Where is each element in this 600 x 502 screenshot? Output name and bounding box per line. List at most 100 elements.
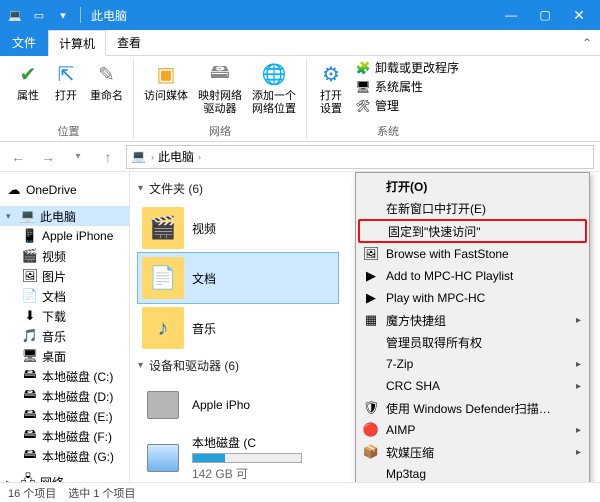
- chevron-down-icon: ▾: [138, 183, 143, 194]
- folder-icon: 🎬: [142, 207, 184, 249]
- drive-icon: 🖴: [22, 388, 38, 404]
- folder-documents[interactable]: 📄文档: [138, 253, 338, 303]
- folder-music[interactable]: ♪音乐: [138, 303, 338, 353]
- system-props-button[interactable]: 🖥系统属性: [351, 77, 463, 96]
- submenu-arrow-icon: ▸: [576, 359, 581, 370]
- properties-button[interactable]: ✔ 属性: [10, 58, 46, 105]
- globe-icon: 🌐: [260, 60, 288, 88]
- breadcrumb[interactable]: 💻 › 此电脑 ›: [126, 145, 594, 169]
- drive-icon: 🖴: [22, 448, 38, 464]
- tree-drive-f[interactable]: 🖴本地磁盘 (F:): [0, 426, 129, 446]
- media-icon: ▣: [152, 60, 180, 88]
- uninstall-button[interactable]: 🧩卸载或更改程序: [351, 58, 463, 77]
- device-icon: [142, 384, 184, 426]
- cm-soft-compress[interactable]: 📦软媒压缩▸: [358, 441, 587, 463]
- close-button[interactable]: ✕: [562, 0, 596, 30]
- mpc-icon: ▶: [362, 289, 380, 307]
- cm-add-mpc-playlist[interactable]: ▶Add to MPC-HC Playlist: [358, 265, 587, 287]
- rename-icon: ✎: [93, 60, 121, 88]
- nav-back[interactable]: ←: [6, 145, 30, 169]
- title-bar: 💻 ▭ ▾ 此电脑 — ▢ ✕: [0, 0, 600, 30]
- tree-music[interactable]: 🎵音乐: [0, 326, 129, 346]
- maximize-button[interactable]: ▢: [528, 0, 562, 30]
- qat-dropdown[interactable]: ▾: [52, 4, 74, 26]
- cm-7zip[interactable]: 7-Zip▸: [358, 353, 587, 375]
- pictures-icon: 🖼: [22, 268, 38, 284]
- cm-browse-faststone[interactable]: 🖼Browse with FastStone: [358, 243, 587, 265]
- tree-downloads[interactable]: ⬇下载: [0, 306, 129, 326]
- folder-videos[interactable]: 🎬视频: [138, 203, 338, 253]
- tree-network[interactable]: ▸🖧网络: [0, 472, 129, 482]
- cm-mp3tag[interactable]: Mp3tag: [358, 463, 587, 482]
- cm-pin-quick-access[interactable]: 固定到"快速访问": [358, 219, 587, 243]
- open-icon: ⇱: [52, 60, 80, 88]
- content-pane[interactable]: ▾文件夹 (6) 🎬视频 📄文档 ♪音乐 ▾设备和驱动器 (6) Apple i…: [130, 172, 600, 482]
- tree-thispc[interactable]: ▾💻此电脑: [0, 206, 129, 226]
- tree-pictures[interactable]: 🖼图片: [0, 266, 129, 286]
- pc-icon: 💻: [20, 208, 36, 224]
- pc-icon: 💻: [131, 149, 147, 165]
- open-settings-button[interactable]: ⚙ 打开 设置: [313, 58, 349, 117]
- rename-button[interactable]: ✎ 重命名: [86, 58, 127, 105]
- group-label-location: 位置: [58, 123, 80, 139]
- tree-onedrive[interactable]: ☁OneDrive: [0, 180, 129, 200]
- gear-icon: ⚙: [317, 60, 345, 88]
- drive-c[interactable]: 本地磁盘 (C142 GB 可: [138, 430, 338, 482]
- nav-forward[interactable]: →: [36, 145, 60, 169]
- tree-desktop[interactable]: 🖥桌面: [0, 346, 129, 366]
- tree-drive-e[interactable]: 🖴本地磁盘 (E:): [0, 406, 129, 426]
- box-icon: 🧩: [355, 60, 371, 76]
- nav-up[interactable]: ↑: [96, 145, 120, 169]
- qat-item[interactable]: ▭: [28, 4, 50, 26]
- compress-icon: 📦: [362, 443, 380, 461]
- folder-icon: 📄: [142, 257, 184, 299]
- chevron-right-icon: ›: [198, 152, 201, 162]
- device-iphone[interactable]: Apple iPho: [138, 380, 338, 430]
- cm-aimp[interactable]: 🔴AIMP▸: [358, 419, 587, 441]
- tree-iphone[interactable]: 📱Apple iPhone: [0, 226, 129, 246]
- tree-drive-g[interactable]: 🖴本地磁盘 (G:): [0, 446, 129, 466]
- nav-history-dropdown[interactable]: ▾: [66, 145, 90, 169]
- cloud-icon: ☁: [6, 182, 22, 198]
- drive-icon: 🖴: [206, 60, 234, 88]
- tab-computer[interactable]: 计算机: [48, 30, 106, 56]
- context-menu: 打开(O) 在新窗口中打开(E) 固定到"快速访问" 🖼Browse with …: [355, 172, 590, 482]
- submenu-arrow-icon: ▸: [576, 381, 581, 392]
- add-network-location-button[interactable]: 🌐 添加一个 网络位置: [248, 58, 300, 117]
- navigation-tree[interactable]: ☁OneDrive ▾💻此电脑 📱Apple iPhone 🎬视频 🖼图片 📄文…: [0, 172, 130, 482]
- chevron-right-icon: ›: [151, 152, 154, 162]
- minimize-ribbon-icon[interactable]: ⌃: [582, 36, 592, 50]
- cm-take-ownership[interactable]: 管理员取得所有权: [358, 331, 587, 353]
- cm-crc[interactable]: CRC SHA▸: [358, 375, 587, 397]
- minimize-button[interactable]: —: [494, 0, 528, 30]
- menu-file[interactable]: 文件: [0, 30, 48, 56]
- drive-icon: 🖴: [22, 428, 38, 444]
- main-split: ☁OneDrive ▾💻此电脑 📱Apple iPhone 🎬视频 🖼图片 📄文…: [0, 172, 600, 482]
- tree-drive-d[interactable]: 🖴本地磁盘 (D:): [0, 386, 129, 406]
- manage-button[interactable]: 🛠管理: [351, 96, 463, 115]
- cm-defender[interactable]: 🛡使用 Windows Defender扫描…: [358, 397, 587, 419]
- tree-drive-c[interactable]: 🖴本地磁盘 (C:): [0, 366, 129, 386]
- drive-icon: 🖴: [22, 408, 38, 424]
- access-media-button[interactable]: ▣ 访问媒体: [140, 58, 192, 105]
- open-button[interactable]: ⇱ 打开: [48, 58, 84, 105]
- expand-icon[interactable]: ▸: [6, 477, 16, 483]
- phone-icon: 📱: [22, 228, 38, 244]
- system-icon[interactable]: 💻: [4, 4, 26, 26]
- mpc-icon: ▶: [362, 267, 380, 285]
- tree-documents[interactable]: 📄文档: [0, 286, 129, 306]
- expand-icon[interactable]: ▾: [6, 211, 16, 222]
- cm-magic-group[interactable]: ▦魔方快捷组▸: [358, 309, 587, 331]
- cm-open-new-window[interactable]: 在新窗口中打开(E): [358, 197, 587, 219]
- submenu-arrow-icon: ▸: [576, 425, 581, 436]
- chevron-down-icon: ▾: [138, 360, 143, 371]
- tree-videos[interactable]: 🎬视频: [0, 246, 129, 266]
- cm-play-mpc[interactable]: ▶Play with MPC-HC: [358, 287, 587, 309]
- grid-icon: ▦: [362, 311, 380, 329]
- cm-open[interactable]: 打开(O): [358, 175, 587, 197]
- tab-view[interactable]: 查看: [106, 30, 152, 56]
- map-drive-button[interactable]: 🖴 映射网络 驱动器: [194, 58, 246, 117]
- capacity-bar: [192, 453, 302, 463]
- breadcrumb-item[interactable]: 此电脑: [158, 148, 194, 165]
- status-bar: 16 个项目 选中 1 个项目: [0, 482, 600, 502]
